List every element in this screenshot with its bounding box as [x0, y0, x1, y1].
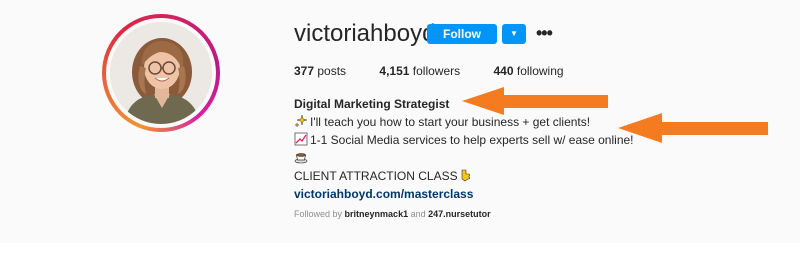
pointing-down-hand-icon — [461, 169, 470, 182]
profile-stats: 377 posts 4,151 followers 440 following — [294, 64, 594, 78]
annotation-arrow-icon — [618, 113, 768, 143]
coffee-cup-icon — [294, 153, 308, 164]
following-stat[interactable]: 440 following — [493, 64, 563, 78]
mutual-follower-link[interactable]: britneynmack1 — [345, 209, 409, 219]
page-bottom-strip — [0, 243, 800, 275]
annotation-arrow-icon — [462, 87, 608, 115]
followed-by: Followed by britneynmack1 and 247.nurset… — [294, 209, 491, 219]
follow-button[interactable]: Follow — [427, 24, 497, 44]
mutual-follower-link[interactable]: 247.nursetutor — [428, 209, 491, 219]
posts-stat[interactable]: 377 posts — [294, 64, 346, 78]
more-options-icon[interactable]: ••• — [536, 22, 556, 44]
bio-line-3 — [294, 149, 634, 167]
bio-line-4: CLIENT ATTRACTION CLASS — [294, 167, 634, 185]
avatar-photo — [110, 22, 212, 124]
profile-avatar[interactable] — [102, 14, 220, 132]
profile-username: victoriahboyd — [294, 20, 436, 47]
bio-line-2: 1-1 Social Media services to help expert… — [294, 131, 634, 149]
chevron-down-icon: ▼ — [510, 29, 518, 38]
sparkles-icon — [294, 114, 308, 128]
suggested-dropdown-button[interactable]: ▼ — [502, 24, 526, 44]
chart-increasing-icon — [294, 132, 308, 146]
followers-stat[interactable]: 4,151 followers — [379, 64, 460, 78]
bio-website-link[interactable]: victoriahboyd.com/masterclass — [294, 185, 634, 203]
